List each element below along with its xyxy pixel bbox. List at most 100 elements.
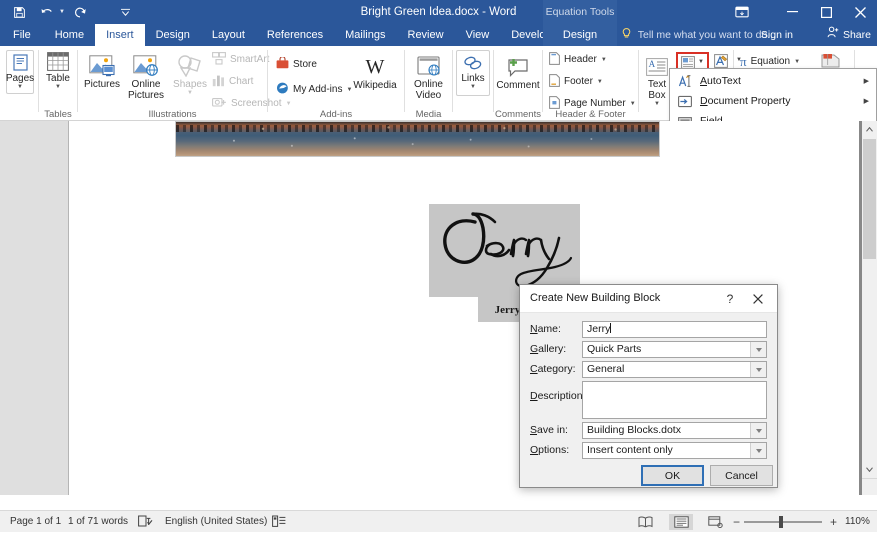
- share-button[interactable]: Share: [827, 24, 871, 46]
- tell-me-search[interactable]: Tell me what you want to do...: [622, 24, 776, 46]
- harbor-skyline-photo[interactable]: [175, 121, 660, 157]
- chevron-down-icon[interactable]: [750, 443, 766, 458]
- save-in-select[interactable]: Building Blocks.dotx: [582, 422, 767, 439]
- dialog-title-bar: Create New Building Block ?: [520, 285, 777, 313]
- equation-dropdown-icon[interactable]: ▼: [794, 59, 800, 65]
- scrollbar-thumb[interactable]: [863, 139, 876, 259]
- pages-icon: [12, 53, 28, 71]
- print-layout-icon[interactable]: [669, 514, 693, 530]
- tab-design[interactable]: Design: [145, 24, 201, 46]
- text-box-dropdown-icon[interactable]: ▼: [654, 101, 660, 107]
- description-input[interactable]: [582, 381, 767, 419]
- restore-icon[interactable]: [809, 0, 843, 24]
- macro-record-icon[interactable]: [272, 515, 286, 529]
- question-mark-icon[interactable]: ?: [720, 290, 740, 308]
- zoom-slider-track[interactable]: [744, 521, 822, 523]
- header-button[interactable]: Header ▼: [549, 51, 607, 68]
- tab-view[interactable]: View: [455, 24, 501, 46]
- zoom-out-button[interactable]: −: [730, 515, 743, 528]
- close-icon[interactable]: [843, 0, 877, 24]
- shapes-dropdown-icon[interactable]: ▼: [187, 90, 193, 96]
- footer-dropdown-icon[interactable]: ▼: [597, 79, 603, 85]
- ribbon-group-comments: Comment Comments: [494, 46, 542, 121]
- minimize-icon[interactable]: [775, 0, 809, 24]
- ribbon-display-options-icon[interactable]: [727, 0, 757, 24]
- options-select[interactable]: Insert content only: [582, 442, 767, 459]
- zoom-level[interactable]: 110%: [845, 511, 870, 533]
- tab-insert[interactable]: Insert: [95, 24, 145, 46]
- tab-references[interactable]: References: [256, 24, 334, 46]
- online-video-button[interactable]: Online Video: [406, 51, 451, 101]
- save-icon[interactable]: [6, 1, 32, 23]
- store-button[interactable]: Store: [276, 56, 317, 73]
- web-layout-icon[interactable]: [703, 514, 727, 530]
- page-number-dropdown-icon[interactable]: ▼: [630, 101, 636, 107]
- tab-review[interactable]: Review: [397, 24, 455, 46]
- chevron-down-icon[interactable]: [750, 362, 766, 377]
- tab-home[interactable]: Home: [44, 24, 95, 46]
- pictures-button[interactable]: Pictures: [80, 51, 124, 90]
- online-pictures-button[interactable]: Online Pictures: [123, 51, 169, 101]
- table-button[interactable]: Table ▼: [44, 51, 72, 90]
- table-icon: [47, 51, 69, 71]
- pages-dropdown-icon[interactable]: ▼: [17, 84, 23, 90]
- contextual-tools-title: Equation Tools: [543, 0, 617, 24]
- dialog-close-icon[interactable]: [747, 290, 769, 308]
- chevron-down-icon[interactable]: [750, 423, 766, 438]
- proofing-errors-icon[interactable]: [138, 515, 153, 529]
- zoom-in-button[interactable]: +: [827, 515, 840, 528]
- page-indicator[interactable]: Page 1 of 1: [10, 511, 61, 533]
- sign-in-button[interactable]: Sign in: [761, 24, 793, 46]
- gallery-select[interactable]: Quick Parts: [582, 341, 767, 358]
- menu-item-autotext[interactable]: AutoText ▶: [670, 71, 876, 91]
- vertical-scrollbar[interactable]: [862, 121, 877, 495]
- online-video-label: Online Video: [414, 79, 443, 101]
- links-dropdown-icon[interactable]: ▼: [470, 84, 476, 90]
- chart-button[interactable]: Chart: [212, 73, 253, 90]
- zoom-slider-thumb[interactable]: [779, 516, 783, 528]
- undo-dropdown-icon[interactable]: ▼: [59, 9, 65, 15]
- ribbon-group-media-label: Media: [415, 109, 442, 120]
- table-dropdown-icon[interactable]: ▼: [55, 84, 61, 90]
- scroll-down-icon[interactable]: [862, 461, 877, 477]
- tab-mailings[interactable]: Mailings: [334, 24, 396, 46]
- read-mode-icon[interactable]: [633, 514, 657, 530]
- links-label: Links: [461, 73, 485, 84]
- my-addins-button[interactable]: My Add-ins ▼: [276, 81, 352, 98]
- ribbon-group-illustrations: Pictures Online Pictures Shapes ▼ SmartA…: [78, 46, 292, 121]
- shapes-button[interactable]: Shapes ▼: [170, 51, 210, 96]
- gallery-value: Quick Parts: [587, 343, 642, 355]
- undo-icon[interactable]: [34, 1, 60, 23]
- ok-button[interactable]: OK: [641, 465, 704, 486]
- menu-item-document-property[interactable]: Document Property ▶: [670, 91, 876, 111]
- customize-quick-access-toolbar-icon[interactable]: [113, 1, 139, 23]
- cancel-button[interactable]: Cancel: [710, 465, 773, 486]
- scroll-up-icon[interactable]: [862, 121, 877, 137]
- category-label: Category:: [530, 363, 576, 375]
- name-input[interactable]: Jerry: [582, 321, 767, 338]
- tab-equation-design[interactable]: Design: [543, 24, 617, 46]
- ribbon-group-illustrations-label: Illustrations: [148, 109, 197, 120]
- pages-button[interactable]: Pages ▼: [6, 50, 34, 94]
- tab-layout[interactable]: Layout: [201, 24, 256, 46]
- language-indicator[interactable]: English (United States): [165, 511, 267, 533]
- share-label: Share: [842, 29, 871, 41]
- split-window-handle[interactable]: [862, 478, 877, 495]
- ribbon-tab-strip: File Home Insert Design Layout Reference…: [0, 24, 877, 46]
- word-count[interactable]: 1 of 71 words: [68, 511, 128, 533]
- wikipedia-button[interactable]: W Wikipedia: [350, 56, 400, 91]
- smartart-icon: [212, 51, 226, 68]
- tab-file[interactable]: File: [0, 24, 44, 46]
- redo-icon[interactable]: [67, 1, 93, 23]
- category-select[interactable]: General: [582, 361, 767, 378]
- my-addins-icon: [276, 82, 289, 97]
- comment-button[interactable]: Comment: [495, 52, 541, 91]
- quick-parts-dropdown-icon[interactable]: ▼: [698, 59, 704, 65]
- header-dropdown-icon[interactable]: ▼: [601, 57, 607, 63]
- chevron-down-icon[interactable]: [750, 342, 766, 357]
- online-pictures-label: Online Pictures: [127, 79, 165, 101]
- wikipedia-label: Wikipedia: [353, 80, 397, 91]
- links-button[interactable]: Links ▼: [456, 50, 490, 96]
- footer-button[interactable]: Footer ▼: [549, 73, 603, 90]
- smartart-button[interactable]: SmartArt: [212, 51, 269, 68]
